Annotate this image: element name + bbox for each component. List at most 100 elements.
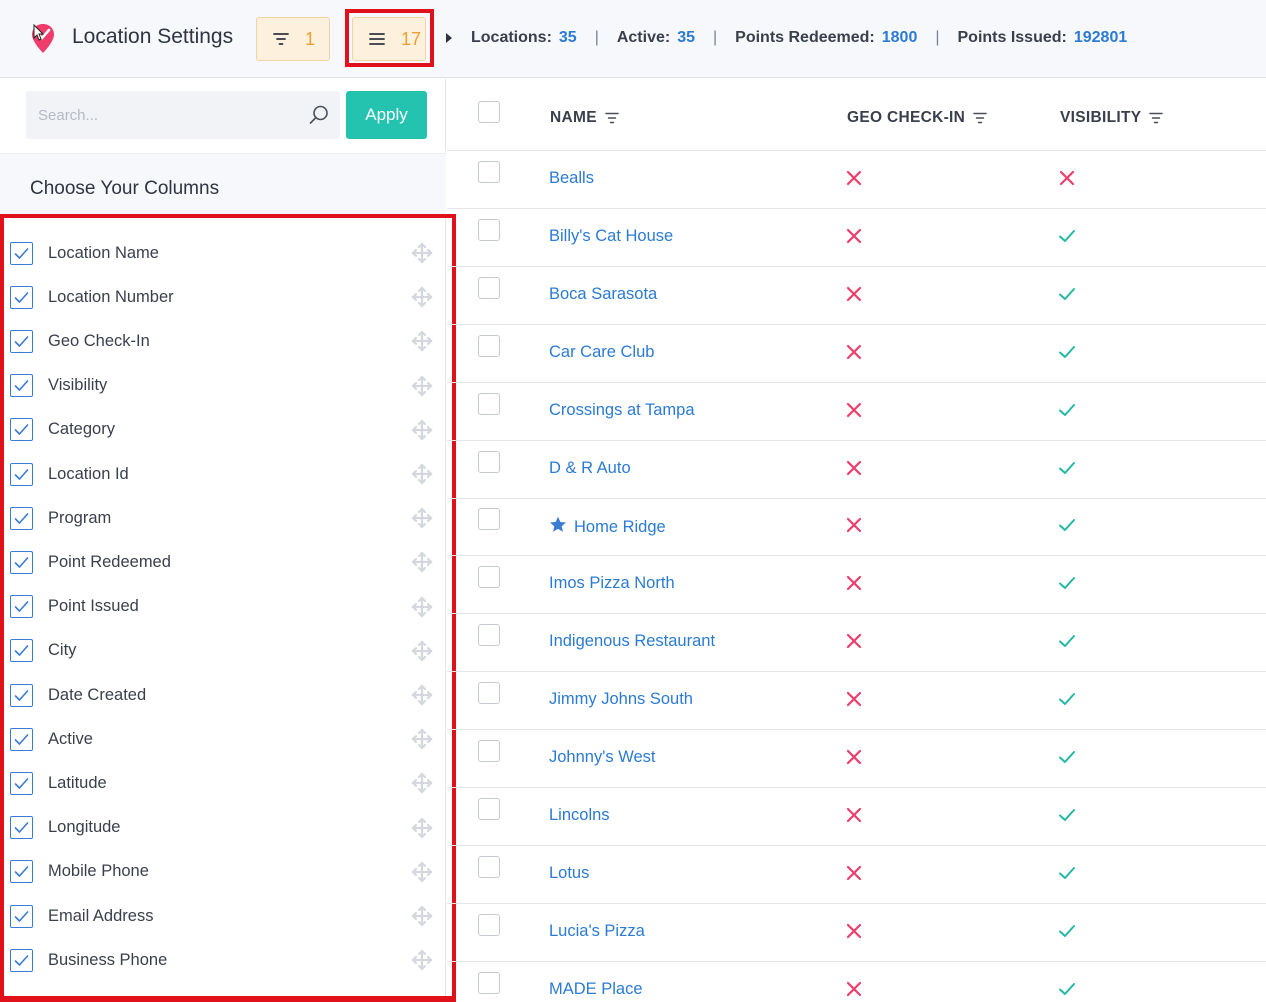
- column-checkbox[interactable]: [10, 241, 33, 265]
- column-header-name[interactable]: NAME: [550, 109, 619, 127]
- column-checkbox[interactable]: [10, 595, 33, 619]
- column-header-geo-check-in[interactable]: GEO CHECK-IN: [847, 109, 987, 127]
- location-name-link[interactable]: Bealls: [549, 169, 594, 188]
- column-checkbox[interactable]: [10, 462, 33, 486]
- location-name-link[interactable]: Home Ridge: [549, 516, 666, 538]
- column-checkbox[interactable]: [10, 418, 33, 442]
- column-option[interactable]: Date Created: [10, 680, 440, 710]
- table-row[interactable]: Boca Sarasota: [447, 267, 1266, 325]
- column-checkbox[interactable]: [10, 683, 33, 707]
- table-row[interactable]: Lotus: [447, 846, 1266, 904]
- row-checkbox[interactable]: [478, 740, 500, 762]
- row-checkbox[interactable]: [478, 624, 500, 647]
- column-option[interactable]: Email Address: [10, 901, 440, 931]
- drag-handle-icon[interactable]: [410, 506, 434, 530]
- table-row[interactable]: Bealls: [447, 151, 1266, 209]
- column-option[interactable]: Point Issued: [10, 592, 440, 622]
- table-row[interactable]: MADE Place: [447, 962, 1266, 1002]
- row-checkbox[interactable]: [478, 508, 500, 531]
- column-checkbox[interactable]: [10, 329, 33, 353]
- table-row[interactable]: Indigenous Restaurant: [447, 614, 1266, 673]
- columns-button[interactable]: 17: [352, 17, 426, 61]
- location-name-link[interactable]: Billy's Cat House: [549, 227, 673, 246]
- column-option[interactable]: Category: [10, 415, 440, 445]
- column-option[interactable]: Location Id: [10, 459, 440, 489]
- search-icon[interactable]: [308, 104, 330, 126]
- table-row[interactable]: Billy's Cat House: [447, 209, 1266, 267]
- column-option[interactable]: Mobile Phone: [10, 857, 440, 887]
- row-checkbox[interactable]: [478, 392, 500, 415]
- column-checkbox[interactable]: [10, 285, 33, 309]
- row-checkbox[interactable]: [478, 161, 500, 183]
- table-row[interactable]: D & R Auto: [447, 441, 1266, 499]
- drag-handle-icon[interactable]: [410, 462, 434, 486]
- search-input[interactable]: [26, 91, 340, 139]
- drag-handle-icon[interactable]: [410, 904, 434, 928]
- row-checkbox[interactable]: [478, 450, 500, 473]
- table-row[interactable]: Johnny's West: [447, 730, 1266, 788]
- location-name-link[interactable]: D & R Auto: [549, 459, 631, 478]
- row-checkbox[interactable]: [478, 797, 500, 820]
- select-all-checkbox[interactable]: [478, 101, 500, 123]
- column-option[interactable]: Point Redeemed: [10, 547, 440, 577]
- table-row[interactable]: Home Ridge: [447, 498, 1266, 557]
- drag-handle-icon[interactable]: [410, 418, 434, 442]
- drag-handle-icon[interactable]: [410, 683, 434, 707]
- row-checkbox[interactable]: [478, 971, 500, 994]
- caret-right-icon[interactable]: [446, 33, 452, 43]
- column-option[interactable]: Latitude: [10, 768, 440, 798]
- drag-handle-icon[interactable]: [410, 860, 434, 884]
- location-name-link[interactable]: MADE Place: [549, 980, 643, 999]
- column-option[interactable]: City: [10, 636, 440, 666]
- row-checkbox[interactable]: [478, 276, 500, 299]
- column-option[interactable]: Longitude: [10, 813, 440, 843]
- column-checkbox[interactable]: [10, 550, 33, 574]
- table-row[interactable]: Lincolns: [447, 788, 1266, 846]
- location-name-link[interactable]: Imos Pizza North: [549, 574, 675, 593]
- column-checkbox[interactable]: [10, 904, 33, 928]
- table-row[interactable]: Crossings at Tampa: [447, 383, 1266, 441]
- apply-button[interactable]: Apply: [346, 91, 427, 139]
- column-checkbox[interactable]: [10, 506, 33, 530]
- row-checkbox[interactable]: [478, 566, 500, 589]
- drag-handle-icon[interactable]: [410, 241, 434, 265]
- column-checkbox[interactable]: [10, 727, 33, 751]
- location-name-link[interactable]: Indigenous Restaurant: [549, 632, 715, 651]
- drag-handle-icon[interactable]: [410, 771, 434, 795]
- sort-filter-icon[interactable]: [973, 112, 987, 124]
- location-name-link[interactable]: Lincolns: [549, 806, 610, 825]
- column-checkbox[interactable]: [10, 860, 33, 884]
- drag-handle-icon[interactable]: [410, 727, 434, 751]
- column-checkbox[interactable]: [10, 639, 33, 663]
- filter-button[interactable]: 1: [256, 17, 330, 61]
- drag-handle-icon[interactable]: [410, 374, 434, 398]
- location-name-link[interactable]: Lucia's Pizza: [549, 922, 645, 941]
- column-checkbox[interactable]: [10, 771, 33, 795]
- drag-handle-icon[interactable]: [410, 595, 434, 619]
- drag-handle-icon[interactable]: [410, 816, 434, 840]
- column-checkbox[interactable]: [10, 374, 33, 398]
- sort-filter-icon[interactable]: [1149, 112, 1164, 124]
- column-option[interactable]: Active: [10, 724, 440, 754]
- table-row[interactable]: Lucia's Pizza: [447, 904, 1266, 962]
- location-name-link[interactable]: Johnny's West: [549, 748, 655, 767]
- table-row[interactable]: Jimmy Johns South: [447, 672, 1266, 731]
- row-checkbox[interactable]: [478, 913, 500, 936]
- drag-handle-icon[interactable]: [410, 329, 434, 353]
- sort-filter-icon[interactable]: [605, 112, 619, 124]
- column-checkbox[interactable]: [10, 816, 33, 840]
- row-checkbox[interactable]: [478, 218, 500, 241]
- column-option[interactable]: Program: [10, 503, 440, 533]
- column-option[interactable]: Location Number: [10, 282, 440, 312]
- table-row[interactable]: Imos Pizza North: [447, 556, 1266, 615]
- location-name-link[interactable]: Jimmy Johns South: [549, 690, 693, 709]
- drag-handle-icon[interactable]: [410, 639, 434, 663]
- column-option[interactable]: Business Phone: [10, 945, 440, 975]
- column-option[interactable]: Visibility: [10, 371, 440, 401]
- column-header-visibility[interactable]: VISIBILITY: [1060, 109, 1164, 127]
- drag-handle-icon[interactable]: [410, 550, 434, 574]
- location-name-link[interactable]: Lotus: [549, 864, 589, 883]
- row-checkbox[interactable]: [478, 682, 500, 705]
- column-checkbox[interactable]: [10, 948, 33, 972]
- column-option[interactable]: Location Name: [10, 238, 440, 268]
